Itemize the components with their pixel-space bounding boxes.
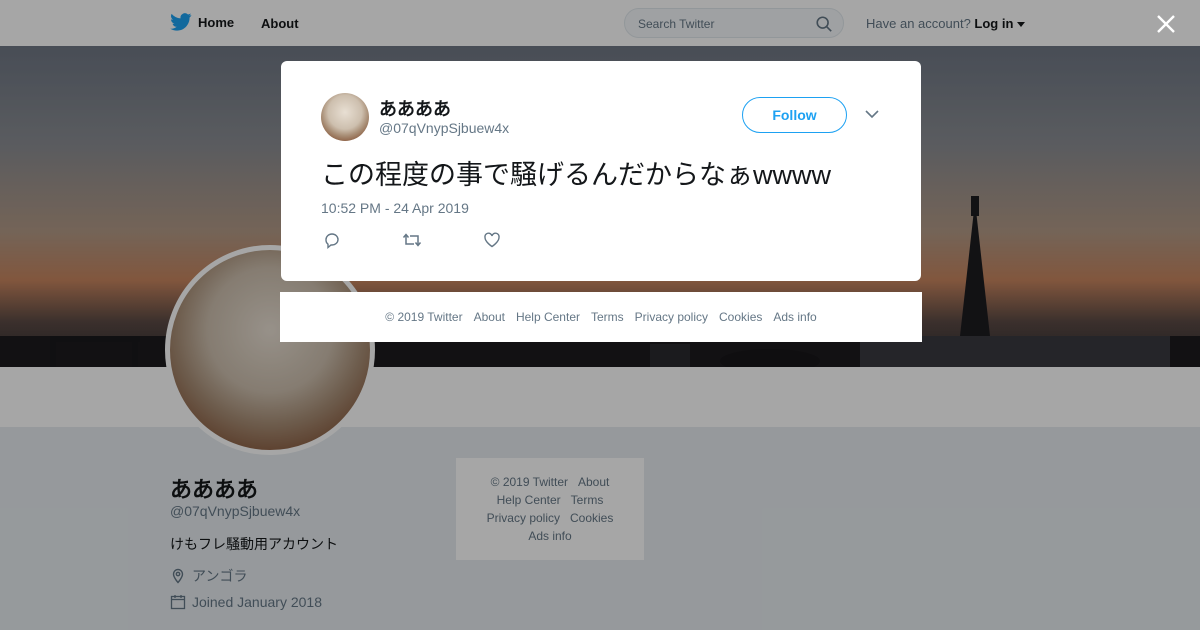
retweet-icon[interactable] xyxy=(402,231,422,249)
tweet-author-handle[interactable]: @07qVnypSjbuew4x xyxy=(379,120,509,136)
close-icon[interactable] xyxy=(1154,12,1178,36)
modal-footer-cookies[interactable]: Cookies xyxy=(719,310,762,324)
modal-footer-ads-info[interactable]: Ads info xyxy=(773,310,816,324)
reply-icon[interactable] xyxy=(323,231,341,249)
modal-footer-copyright: © 2019 Twitter xyxy=(385,310,463,324)
chevron-down-icon[interactable] xyxy=(865,109,879,119)
modal-footer: © 2019 Twitter About Help Center Terms P… xyxy=(280,292,922,342)
modal-footer-privacy[interactable]: Privacy policy xyxy=(635,310,708,324)
like-icon[interactable] xyxy=(483,231,501,249)
follow-button[interactable]: Follow xyxy=(742,97,847,133)
modal-footer-help-center[interactable]: Help Center xyxy=(516,310,580,324)
tweet-timestamp[interactable]: 10:52 PM - 24 Apr 2019 xyxy=(321,200,469,216)
tweet-modal: ああああ @07qVnypSjbuew4x Follow この程度の事で騒げるん… xyxy=(281,61,921,281)
modal-footer-about[interactable]: About xyxy=(474,310,505,324)
modal-footer-terms[interactable]: Terms xyxy=(591,310,624,324)
tweet-author-name[interactable]: ああああ xyxy=(379,95,451,121)
tweet-author-avatar[interactable] xyxy=(321,93,369,141)
tweet-text: この程度の事で騒げるんだからなぁwwww xyxy=(321,160,831,190)
